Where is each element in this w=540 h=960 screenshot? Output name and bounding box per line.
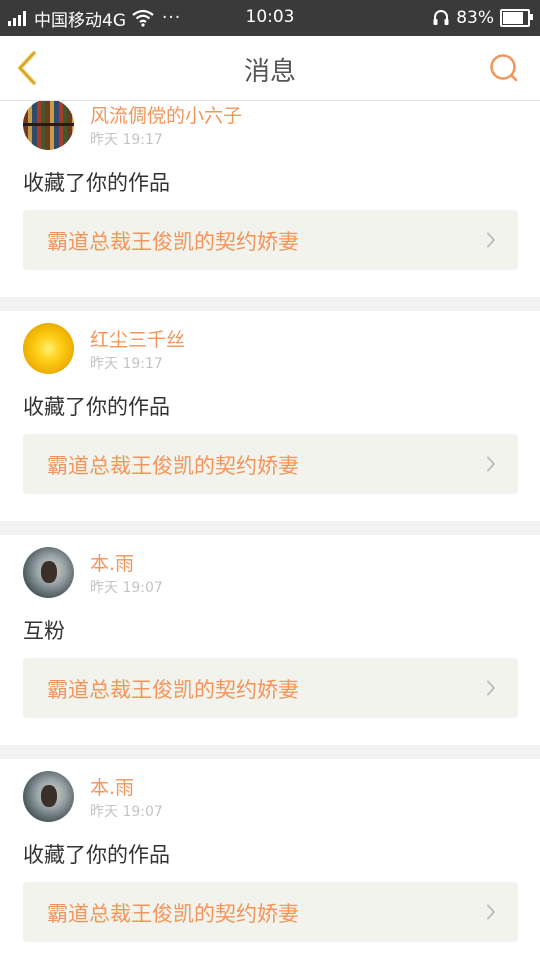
chevron-right-icon	[487, 232, 495, 248]
avatar[interactable]	[23, 323, 74, 374]
message-content: 收藏了你的作品	[23, 843, 170, 867]
avatar[interactable]	[23, 547, 74, 598]
message-content: 互粉	[23, 619, 65, 643]
message-time: 昨天 19:07	[90, 580, 163, 596]
message-time: 昨天 19:07	[90, 804, 163, 820]
message-content: 收藏了你的作品	[23, 171, 170, 195]
author-name[interactable]: 红尘三千丝	[90, 325, 185, 352]
battery-fill	[503, 12, 523, 24]
message-card: 红尘三千丝 昨天 19:17 收藏了你的作品 霸道总裁王俊凯的契约娇妻	[0, 311, 540, 521]
message-time: 昨天 19:17	[90, 132, 163, 148]
chevron-right-icon	[487, 680, 495, 696]
message-list[interactable]: 风流倜傥的小六子 昨天 19:17 收藏了你的作品 霸道总裁王俊凯的契约娇妻 红…	[0, 101, 540, 960]
chevron-right-icon	[487, 904, 495, 920]
message-card: 本.雨 昨天 19:07 互粉 霸道总裁王俊凯的契约娇妻	[0, 535, 540, 745]
work-title: 霸道总裁王俊凯的契约娇妻	[47, 454, 299, 478]
page-title: 消息	[243, 57, 296, 87]
message-card: 本.雨 昨天 19:07 收藏了你的作品 霸道总裁王俊凯的契约娇妻	[0, 759, 540, 960]
work-link[interactable]: 霸道总裁王俊凯的契约娇妻	[23, 210, 518, 270]
author-name[interactable]: 本.雨	[90, 773, 134, 800]
chevron-right-icon	[487, 456, 495, 472]
avatar[interactable]	[23, 771, 74, 822]
message-content: 收藏了你的作品	[23, 395, 170, 419]
author-name[interactable]: 本.雨	[90, 549, 134, 576]
battery-percent: 83%	[456, 8, 494, 28]
work-link[interactable]: 霸道总裁王俊凯的契约娇妻	[23, 434, 518, 494]
work-link[interactable]: 霸道总裁王俊凯的契约娇妻	[23, 882, 518, 942]
work-link[interactable]: 霸道总裁王俊凯的契约娇妻	[23, 658, 518, 718]
headset-icon	[433, 10, 449, 25]
status-right: 83%	[432, 6, 533, 30]
author-name[interactable]: 风流倜傥的小六子	[90, 101, 242, 128]
work-title: 霸道总裁王俊凯的契约娇妻	[47, 678, 299, 702]
battery-icon	[500, 9, 533, 27]
search-icon[interactable]	[488, 52, 520, 84]
avatar[interactable]	[23, 101, 74, 150]
chevron-left-icon[interactable]	[12, 50, 44, 86]
message-time: 昨天 19:17	[90, 356, 163, 372]
nav-bar: 消息	[0, 36, 540, 101]
work-title: 霸道总裁王俊凯的契约娇妻	[47, 902, 299, 926]
status-bar: 中国移动4G ··· 10:03 83%	[0, 0, 540, 36]
work-title: 霸道总裁王俊凯的契约娇妻	[47, 230, 299, 254]
message-card: 风流倜傥的小六子 昨天 19:17 收藏了你的作品 霸道总裁王俊凯的契约娇妻	[0, 101, 540, 297]
